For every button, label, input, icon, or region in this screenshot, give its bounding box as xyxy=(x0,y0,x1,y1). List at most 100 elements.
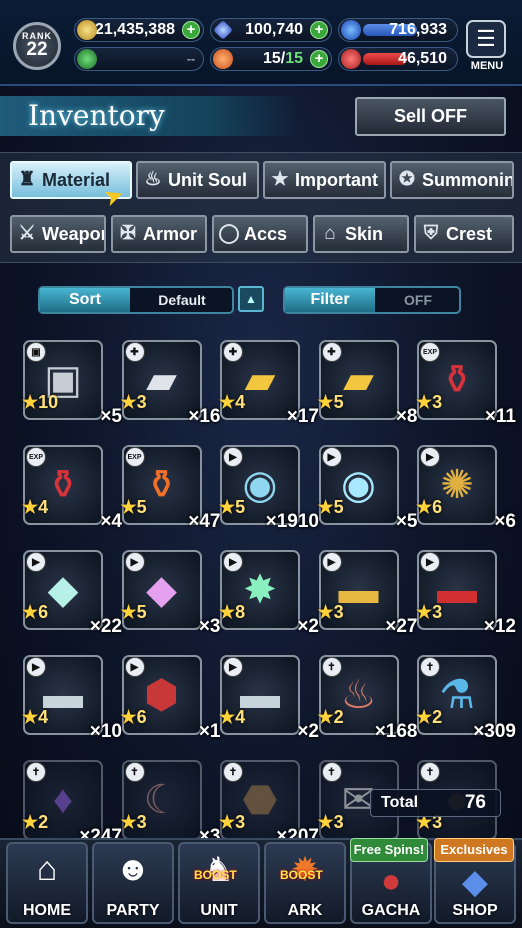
rarity-value: 3 xyxy=(333,602,344,622)
lapis-icon xyxy=(213,20,233,40)
star-icon: ★ xyxy=(271,169,289,190)
menu-button[interactable]: ☰ xyxy=(466,20,506,58)
rarity-value: 3 xyxy=(235,812,246,832)
hanger-icon: ⌂ xyxy=(324,223,336,244)
item-rarity: ★3 xyxy=(416,602,443,622)
gacha-icon: ● xyxy=(380,862,402,900)
rarity-value: 3 xyxy=(136,812,147,832)
sell-toggle-button[interactable]: Sell OFF xyxy=(355,97,506,136)
item-type-badge-icon: ✝ xyxy=(124,762,145,782)
tab-armor[interactable]: ✠ Armor xyxy=(111,215,207,253)
inventory-item[interactable]: ▬ ▶ ★3 ×12 xyxy=(414,542,518,646)
sort-direction-button[interactable]: ▲ xyxy=(238,286,264,312)
rarity-value: 3 xyxy=(432,392,443,412)
tab-weapon[interactable]: ⚔ Weapon xyxy=(10,215,106,253)
rarity-value: 6 xyxy=(38,602,49,622)
add-gil-button[interactable]: + xyxy=(182,21,200,39)
stamina-icon xyxy=(213,49,233,69)
tab-label: Unit Soul xyxy=(168,170,247,190)
item-quantity: ×309 xyxy=(473,721,516,742)
inventory-item[interactable]: ✸ ▶ ★8 ×2 xyxy=(217,542,321,646)
rarity-value: 5 xyxy=(136,497,147,517)
tab-unit-soul[interactable]: ♨ Unit Soul xyxy=(136,161,259,199)
inventory-item[interactable]: ✺ ▶ ★6 ×6 xyxy=(414,437,518,541)
red-orb-icon xyxy=(341,49,361,69)
rarity-value: 4 xyxy=(38,707,49,727)
item-rarity: ★8 xyxy=(219,602,246,622)
sort-control[interactable]: Sort Default xyxy=(38,286,234,314)
rarity-value: 4 xyxy=(38,497,49,517)
tab-accs[interactable]: ◯ Accs xyxy=(212,215,308,253)
boost-badge: BOOST xyxy=(280,868,323,882)
nav-label: UNIT xyxy=(200,902,238,919)
item-rarity: ★10 xyxy=(22,392,59,412)
rarity-value: 2 xyxy=(432,707,443,727)
item-rarity: ★4 xyxy=(219,707,246,727)
item-quantity: ×47 xyxy=(188,511,221,532)
rarity-value: 4 xyxy=(235,707,246,727)
item-quantity: ×11 xyxy=(484,406,516,427)
inventory-item[interactable]: ◉ ▶ ★5 ×5 xyxy=(316,437,420,541)
rarity-value: 6 xyxy=(432,497,443,517)
item-type-badge-icon: ✝ xyxy=(420,657,440,677)
item-quantity: ×168 xyxy=(374,721,418,742)
tab-label: Weapon xyxy=(42,224,106,244)
item-type-badge-icon: ▶ xyxy=(26,552,46,572)
nav-home[interactable]: ⌂ HOME xyxy=(6,842,88,924)
inventory-item[interactable]: ⚱ EXP ★4 ×4 xyxy=(20,437,124,541)
inventory-item[interactable]: ⚱ EXP ★5 ×47 xyxy=(119,437,223,541)
item-type-badge-icon: ✚ xyxy=(321,342,342,362)
add-stamina-button[interactable]: + xyxy=(310,50,328,68)
inventory-item[interactable]: ▬ ▶ ★4 ×10 xyxy=(20,647,124,751)
item-quantity: ×6 xyxy=(494,511,516,532)
compass-icon xyxy=(77,49,97,69)
inventory-item[interactable]: ▰ ✚ ★3 ×16 xyxy=(119,332,223,436)
nav-ark[interactable]: ✹ BOOST ARK xyxy=(264,842,346,924)
inventory-item[interactable]: ▰ ✚ ★4 ×17 xyxy=(217,332,321,436)
inventory-item[interactable]: ⚱ EXP ★3 ×11 xyxy=(414,332,518,436)
rarity-value: 5 xyxy=(333,392,344,412)
inventory-item[interactable]: ◉ ▶ ★5 ×1910 xyxy=(217,437,321,541)
blue-orb-icon xyxy=(341,20,361,40)
tab-important[interactable]: ★ Important xyxy=(263,161,386,199)
rarity-value: 5 xyxy=(136,602,147,622)
exclusives-badge[interactable]: Exclusives xyxy=(434,838,514,862)
nav-label: ARK xyxy=(287,902,323,919)
inventory-item[interactable]: ▬ ▶ ★4 ×2 xyxy=(217,647,321,751)
add-lapis-button[interactable]: + xyxy=(310,21,328,39)
nav-unit[interactable]: ♞ BOOST UNIT xyxy=(178,842,260,924)
inventory-item[interactable]: ⬢ ▶ ★6 ×1 xyxy=(119,647,223,751)
inventory-item[interactable]: ◆ ▶ ★6 ×22 xyxy=(20,542,124,646)
inventory-item[interactable]: ♦ ✝ ★2 ×247 xyxy=(20,752,124,840)
rank-badge[interactable]: RANK 22 xyxy=(13,22,61,70)
inventory-item[interactable]: ▣ ▣ ★10 ×5 xyxy=(20,332,124,436)
tab-label: Skin xyxy=(345,224,384,244)
item-type-badge-icon: ▣ xyxy=(26,342,46,362)
inventory-grid: ▣ ▣ ★10 ×5 ▰ ✚ ★3 ×16 ▰ ✚ ★4 ×17 ▰ ✚ ★5 ×8 ⚱ EXP ★3 ×11 ⚱ EXP… xyxy=(0,330,522,840)
tab-summoning[interactable]: ✪ Summoning xyxy=(390,161,514,199)
tab-crest[interactable]: ⛨ Crest xyxy=(414,215,514,253)
item-rarity: ★5 xyxy=(120,497,147,517)
item-type-badge-icon: ▶ xyxy=(124,552,145,572)
triangle-up-icon: ▲ xyxy=(245,292,257,306)
inventory-item[interactable]: ☾ ✝ ★3 ×3 xyxy=(119,752,223,840)
party-icon: ☻ xyxy=(115,850,151,888)
blue-stat-value: 716,933 xyxy=(389,21,447,38)
menu-label: MENU xyxy=(470,60,504,72)
item-rarity: ★2 xyxy=(317,707,344,727)
inventory-item[interactable]: ▬ ▶ ★3 ×27 xyxy=(316,542,420,646)
inventory-item[interactable]: ◆ ▶ ★5 ×3 xyxy=(119,542,223,646)
item-type-badge-icon: ▶ xyxy=(321,447,342,467)
inventory-item[interactable]: ♨ ✝ ★2 ×168 xyxy=(316,647,420,751)
shop-icon: ◆ xyxy=(461,863,489,901)
nav-party[interactable]: ☻ PARTY xyxy=(92,842,174,924)
free-spins-badge[interactable]: Free Spins! xyxy=(350,838,428,862)
filter-label: Filter xyxy=(285,288,375,312)
inventory-item[interactable]: ⚗ ✝ ★2 ×309 xyxy=(414,647,518,751)
filter-control[interactable]: Filter OFF xyxy=(283,286,461,314)
red-stat-counter: 46,510 xyxy=(338,47,458,71)
inventory-item[interactable]: ▰ ✚ ★5 ×8 xyxy=(316,332,420,436)
total-count: Total 76 xyxy=(370,789,501,817)
tab-skin[interactable]: ⌂ Skin xyxy=(313,215,409,253)
inventory-item[interactable]: ⬣ ✝ ★3 ×207 xyxy=(217,752,321,840)
